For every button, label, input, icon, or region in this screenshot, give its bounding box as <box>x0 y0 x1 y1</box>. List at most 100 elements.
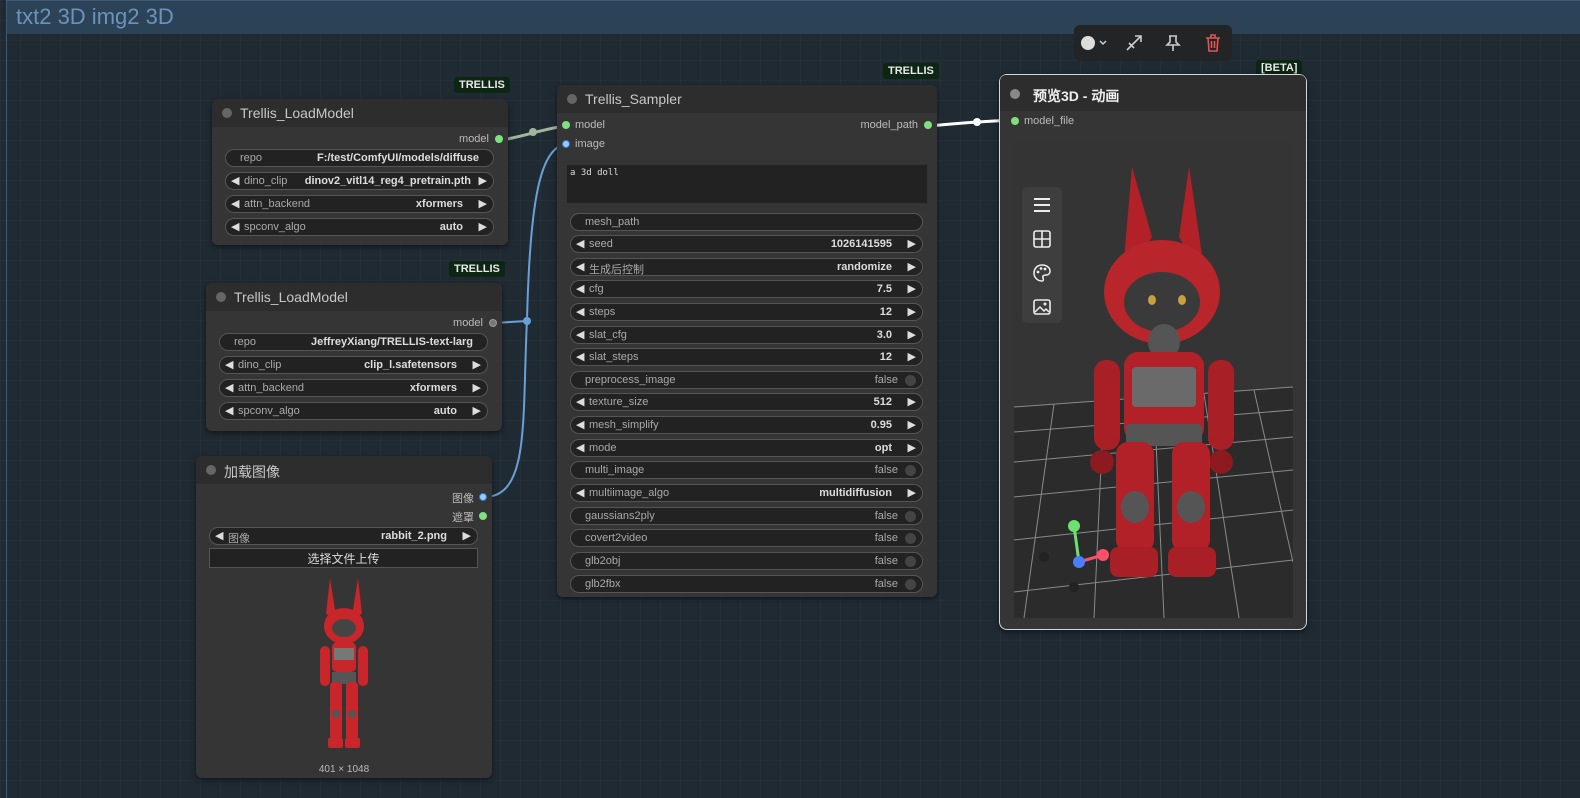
node-header[interactable]: Trellis_LoadModel <box>206 283 502 311</box>
widget-control-after-generate[interactable]: ◀ 生成后控制 randomize ▶ <box>570 258 923 276</box>
widget-glb2fbx[interactable]: glb2fbx false <box>570 575 923 593</box>
widget-mesh-simplify[interactable]: ◀ mesh_simplify 0.95 ▶ <box>570 416 923 434</box>
widget-covert2video[interactable]: covert2video false <box>570 529 923 547</box>
input-port-model-file[interactable] <box>1011 117 1019 125</box>
toggle-icon[interactable] <box>905 556 916 567</box>
arrow-right-icon[interactable]: ▶ <box>479 174 487 187</box>
arrow-right-icon[interactable]: ▶ <box>908 441 916 454</box>
arrow-left-icon[interactable]: ◀ <box>576 237 584 250</box>
output-port-image[interactable] <box>479 493 487 501</box>
prompt-textarea[interactable]: a 3d doll <box>566 164 928 204</box>
arrow-left-icon[interactable]: ◀ <box>576 328 584 341</box>
arrow-left-icon[interactable]: ◀ <box>225 358 233 371</box>
trellis-loadmodel-node-2[interactable]: Trellis_LoadModel model repo JeffreyXian… <box>206 283 502 431</box>
collapse-dot[interactable] <box>567 94 577 104</box>
arrow-right-icon[interactable]: ▶ <box>473 358 481 371</box>
arrow-right-icon[interactable]: ▶ <box>479 220 487 233</box>
widget-image-select[interactable]: ◀ 图像 rabbit_2.png ▶ <box>209 527 478 545</box>
3d-viewport[interactable] <box>1014 142 1293 618</box>
arrow-left-icon[interactable]: ◀ <box>576 486 584 499</box>
arrow-left-icon[interactable]: ◀ <box>231 174 239 187</box>
trellis-loadmodel-node-1[interactable]: Trellis_LoadModel model repo F:/test/Com… <box>212 99 508 245</box>
toggle-icon[interactable] <box>905 465 916 476</box>
toggle-icon[interactable] <box>905 375 916 386</box>
widget-mesh-path[interactable]: mesh_path <box>570 213 923 231</box>
arrow-left-icon[interactable]: ◀ <box>225 381 233 394</box>
bypass-icon[interactable] <box>1124 33 1144 53</box>
widget-slat-steps[interactable]: ◀ slat_steps 12 ▶ <box>570 348 923 366</box>
arrow-right-icon[interactable]: ▶ <box>908 418 916 431</box>
collapse-dot[interactable] <box>206 465 216 475</box>
widget-attn-backend[interactable]: ◀ attn_backend xformers ▶ <box>225 195 494 213</box>
palette-icon[interactable] <box>1032 263 1052 283</box>
arrow-right-icon[interactable]: ▶ <box>908 237 916 250</box>
widget-dino-clip[interactable]: ◀ dino_clip dinov2_vitl14_reg4_pretrain.… <box>225 172 494 190</box>
image-icon[interactable] <box>1032 297 1052 317</box>
arrow-left-icon[interactable]: ◀ <box>225 404 233 417</box>
toggle-icon[interactable] <box>905 511 916 522</box>
widget-glb2obj[interactable]: glb2obj false <box>570 552 923 570</box>
widget-spconv-algo[interactable]: ◀ spconv_algo auto ▶ <box>225 218 494 236</box>
preview-3d-node[interactable]: 预览3D - 动画 model_file <box>999 74 1307 630</box>
delete-icon[interactable] <box>1203 33 1223 53</box>
arrow-right-icon[interactable]: ▶ <box>473 404 481 417</box>
arrow-left-icon[interactable]: ◀ <box>231 220 239 233</box>
widget-multi-image[interactable]: multi_image false <box>570 461 923 479</box>
widget-gaussians2ply[interactable]: gaussians2ply false <box>570 507 923 525</box>
node-header[interactable]: Trellis_Sampler <box>557 85 937 113</box>
arrow-left-icon[interactable]: ◀ <box>576 395 584 408</box>
toggle-icon[interactable] <box>905 533 916 544</box>
arrow-left-icon[interactable]: ◀ <box>576 260 584 273</box>
arrow-left-icon[interactable]: ◀ <box>215 529 223 542</box>
arrow-left-icon[interactable]: ◀ <box>576 418 584 431</box>
widget-multiimage-algo[interactable]: ◀ multiimage_algo multidiffusion ▶ <box>570 484 923 502</box>
node-header[interactable]: Trellis_LoadModel <box>212 99 508 127</box>
toggle-icon[interactable] <box>905 579 916 590</box>
widget-texture-size[interactable]: ◀ texture_size 512 ▶ <box>570 393 923 411</box>
widget-repo[interactable]: repo JeffreyXiang/TRELLIS-text-larg <box>219 333 488 351</box>
menu-icon[interactable] <box>1032 195 1052 215</box>
arrow-right-icon[interactable]: ▶ <box>908 260 916 273</box>
grid-icon[interactable] <box>1032 229 1052 249</box>
arrow-right-icon[interactable]: ▶ <box>473 381 481 394</box>
arrow-right-icon[interactable]: ▶ <box>463 529 471 542</box>
widget-slat-cfg[interactable]: ◀ slat_cfg 3.0 ▶ <box>570 326 923 344</box>
widget-steps[interactable]: ◀ steps 12 ▶ <box>570 303 923 321</box>
widget-attn-backend[interactable]: ◀ attn_backend xformers ▶ <box>219 379 488 397</box>
widget-dino-clip[interactable]: ◀ dino_clip clip_l.safetensors ▶ <box>219 356 488 374</box>
widget-repo[interactable]: repo F:/test/ComfyUI/models/diffuse <box>225 149 494 167</box>
arrow-right-icon[interactable]: ▶ <box>908 350 916 363</box>
load-image-node[interactable]: 加载图像 图像 遮罩 ◀ 图像 rabbit_2.png ▶ 选择文件上传 40… <box>196 456 492 778</box>
widget-preprocess-image[interactable]: preprocess_image false <box>570 371 923 389</box>
widget-seed[interactable]: ◀ seed 1026141595 ▶ <box>570 235 923 253</box>
arrow-right-icon[interactable]: ▶ <box>908 395 916 408</box>
arrow-right-icon[interactable]: ▶ <box>479 197 487 210</box>
node-header[interactable]: 预览3D - 动画 <box>1000 75 1306 111</box>
arrow-right-icon[interactable]: ▶ <box>908 486 916 499</box>
arrow-left-icon[interactable]: ◀ <box>576 350 584 363</box>
arrow-left-icon[interactable]: ◀ <box>576 441 584 454</box>
arrow-left-icon[interactable]: ◀ <box>576 305 584 318</box>
input-port-model[interactable] <box>562 121 570 129</box>
collapse-dot[interactable] <box>1010 89 1020 99</box>
color-icon[interactable] <box>1080 33 1108 53</box>
widget-mode[interactable]: ◀ mode opt ▶ <box>570 439 923 457</box>
widget-cfg[interactable]: ◀ cfg 7.5 ▶ <box>570 280 923 298</box>
output-port-model[interactable] <box>495 135 503 143</box>
arrow-right-icon[interactable]: ▶ <box>908 328 916 341</box>
trellis-sampler-node[interactable]: Trellis_Sampler model image model_path a… <box>557 85 937 597</box>
arrow-right-icon[interactable]: ▶ <box>908 305 916 318</box>
collapse-dot[interactable] <box>216 292 226 302</box>
upload-button[interactable]: 选择文件上传 <box>209 548 478 568</box>
arrow-right-icon[interactable]: ▶ <box>908 282 916 295</box>
output-port-model[interactable] <box>489 319 497 327</box>
collapse-dot[interactable] <box>222 108 232 118</box>
input-port-image[interactable] <box>562 140 570 148</box>
pin-icon[interactable] <box>1163 33 1183 53</box>
widget-spconv-algo[interactable]: ◀ spconv_algo auto ▶ <box>219 402 488 420</box>
output-port-model-path[interactable] <box>924 121 932 129</box>
node-header[interactable]: 加载图像 <box>196 456 492 484</box>
output-port-mask[interactable] <box>479 512 487 520</box>
arrow-left-icon[interactable]: ◀ <box>231 197 239 210</box>
arrow-left-icon[interactable]: ◀ <box>576 282 584 295</box>
